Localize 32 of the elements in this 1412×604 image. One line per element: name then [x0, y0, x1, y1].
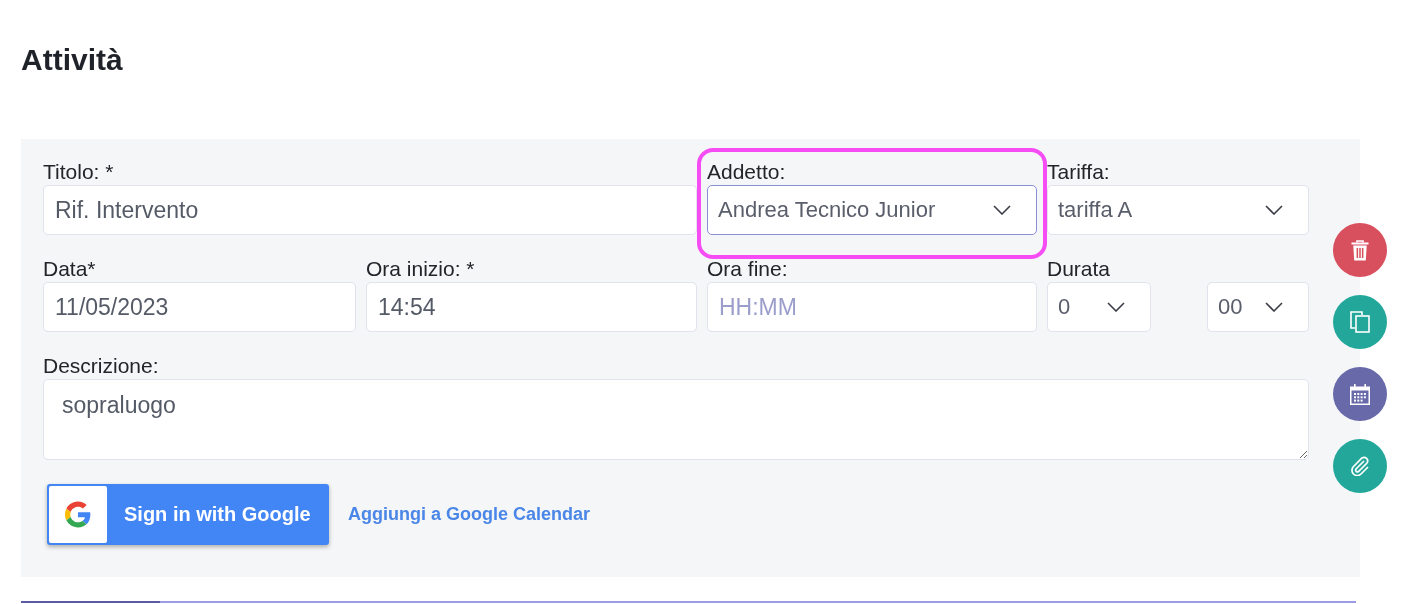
delete-button[interactable] — [1333, 223, 1387, 277]
calendar-icon — [1350, 383, 1370, 405]
paperclip-icon — [1350, 456, 1370, 476]
copy-icon — [1350, 311, 1370, 333]
field-label: Titolo: * — [43, 161, 114, 183]
field-label: Data* — [43, 258, 96, 280]
calendar-button[interactable] — [1333, 367, 1387, 421]
date-field[interactable]: 11/05/2023 — [43, 282, 356, 332]
text-field[interactable]: Rif. Intervento — [43, 185, 697, 235]
page-title: Attività — [21, 44, 123, 76]
chevron-down-icon — [993, 205, 1011, 215]
dropdown-select[interactable]: tariffa A — [1047, 185, 1309, 235]
dropdown-select[interactable]: Andrea Tecnico Junior — [707, 185, 1037, 235]
time-field[interactable]: 14:54 — [366, 282, 697, 332]
field-label: Descrizione: — [43, 355, 159, 377]
chevron-down-icon — [1265, 302, 1283, 312]
trash-icon — [1351, 239, 1369, 261]
copy-button[interactable] — [1333, 295, 1387, 349]
field-label: Tariffa: — [1047, 161, 1110, 183]
attach-button[interactable] — [1333, 439, 1387, 493]
chevron-down-icon — [1265, 205, 1283, 215]
text-area[interactable]: sopraluogo — [43, 379, 1309, 460]
google-logo-icon — [49, 486, 107, 543]
duration-dropdown[interactable]: 00 — [1207, 282, 1309, 332]
duration-dropdown[interactable]: 0 — [1047, 282, 1151, 332]
field-label: Ora fine: — [707, 258, 788, 280]
field-label: Addetto: — [707, 161, 786, 183]
chevron-down-icon — [1107, 302, 1125, 312]
field-label: Durata — [1047, 258, 1111, 280]
field-label: Ora inizio: * — [366, 258, 475, 280]
time-field[interactable]: HH:MM — [707, 282, 1037, 332]
google-sign-in-button[interactable]: Sign in with Google — [47, 484, 329, 545]
